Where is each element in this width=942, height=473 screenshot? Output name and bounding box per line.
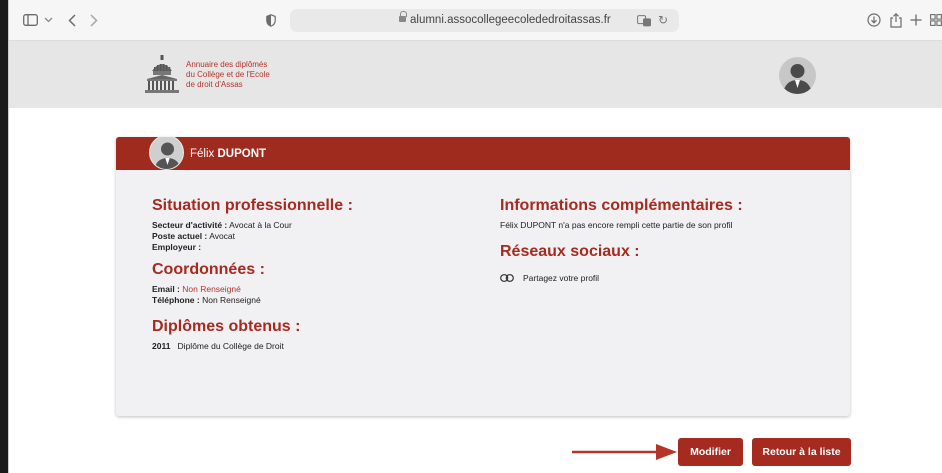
email-row: Email : Non Renseigné bbox=[152, 284, 482, 295]
browser-window: alumni.assocollegeecolededroitassas.fr ↻ bbox=[8, 0, 942, 473]
profile-card-header: Félix DUPONT bbox=[116, 137, 850, 170]
sector-value: Avocat à la Cour bbox=[229, 220, 292, 230]
profile-left-column: Situation professionnelle : Secteur d'ac… bbox=[152, 197, 482, 352]
link-icon bbox=[500, 274, 514, 282]
diploma-item: 2011 Diplôme du Collège de Droit bbox=[152, 341, 482, 352]
diploma-name: Diplôme du Collège de Droit bbox=[177, 341, 284, 351]
reload-icon[interactable]: ↻ bbox=[658, 13, 668, 27]
profile-right-column: Informations complémentaires : Félix DUP… bbox=[500, 197, 830, 283]
sector-label: Secteur d'activité : bbox=[152, 220, 228, 230]
position-label: Poste actuel : bbox=[152, 231, 208, 241]
back-icon[interactable] bbox=[66, 11, 78, 29]
download-icon[interactable] bbox=[866, 11, 882, 29]
email-value[interactable]: Non Renseigné bbox=[182, 284, 241, 294]
user-avatar-icon[interactable] bbox=[779, 57, 816, 94]
section-title-social: Réseaux sociaux : bbox=[500, 243, 640, 260]
translate-icon[interactable] bbox=[637, 14, 652, 32]
position-row: Poste actuel : Avocat bbox=[152, 231, 482, 242]
diploma-year: 2011 bbox=[152, 341, 171, 351]
phone-row: Téléphone : Non Renseigné bbox=[152, 295, 482, 306]
modify-button[interactable]: Modifier bbox=[678, 438, 743, 466]
logo-line: de droit d'Assas bbox=[186, 80, 243, 89]
section-title-additional: Informations complémentaires : bbox=[500, 197, 743, 214]
last-name: DUPONT bbox=[217, 148, 267, 160]
profile-name: Félix DUPONT bbox=[190, 148, 266, 160]
logo-line: Annuaire des diplômés bbox=[186, 60, 268, 69]
first-name: Félix bbox=[190, 148, 215, 160]
section-title-professional: Situation professionnelle : bbox=[152, 197, 353, 214]
forward-icon[interactable] bbox=[88, 11, 100, 29]
logo-line: du Collège et de l'Ecole bbox=[186, 70, 270, 79]
annotation-arrow bbox=[572, 444, 677, 460]
sector-row: Secteur d'activité : Avocat à la Cour bbox=[152, 220, 482, 231]
section-title-diplomas: Diplômes obtenus : bbox=[152, 318, 301, 335]
logo-text[interactable]: Annuaire des diplômés du Collège et de l… bbox=[186, 60, 270, 90]
share-icon[interactable] bbox=[889, 11, 903, 29]
site-header: Annuaire des diplômés du Collège et de l… bbox=[9, 41, 942, 108]
profile-card: Félix DUPONT Situation professionnelle :… bbox=[116, 137, 850, 416]
privacy-shield-icon[interactable] bbox=[265, 11, 277, 29]
phone-label: Téléphone : bbox=[152, 295, 200, 305]
employer-row: Employeur : bbox=[152, 242, 482, 253]
chevron-down-icon[interactable] bbox=[43, 11, 53, 29]
back-to-list-button[interactable]: Retour à la liste bbox=[752, 438, 851, 466]
url-text: alumni.assocollegeecolededroitassas.fr bbox=[410, 14, 611, 26]
address-bar[interactable]: alumni.assocollegeecolededroitassas.fr ↻ bbox=[290, 9, 679, 32]
tab-overview-icon[interactable] bbox=[930, 11, 942, 29]
sidebar-toggle-icon[interactable] bbox=[22, 11, 38, 29]
position-value: Avocat bbox=[209, 231, 236, 241]
profile-avatar-icon bbox=[149, 137, 184, 170]
share-label: Partagez votre profil bbox=[523, 273, 600, 283]
new-tab-icon[interactable] bbox=[909, 11, 923, 29]
lock-icon bbox=[399, 11, 407, 23]
phone-value: Non Renseigné bbox=[202, 295, 261, 305]
email-label: Email : bbox=[152, 284, 180, 294]
logo-building-icon[interactable] bbox=[145, 55, 179, 93]
employer-label: Employeur : bbox=[152, 242, 202, 252]
section-title-contact: Coordonnées : bbox=[152, 261, 265, 278]
browser-toolbar: alumni.assocollegeecolededroitassas.fr ↻ bbox=[9, 0, 942, 41]
additional-text: Félix DUPONT n'a pas encore rempli cette… bbox=[500, 220, 733, 230]
share-profile-link[interactable]: Partagez votre profil bbox=[500, 273, 830, 283]
